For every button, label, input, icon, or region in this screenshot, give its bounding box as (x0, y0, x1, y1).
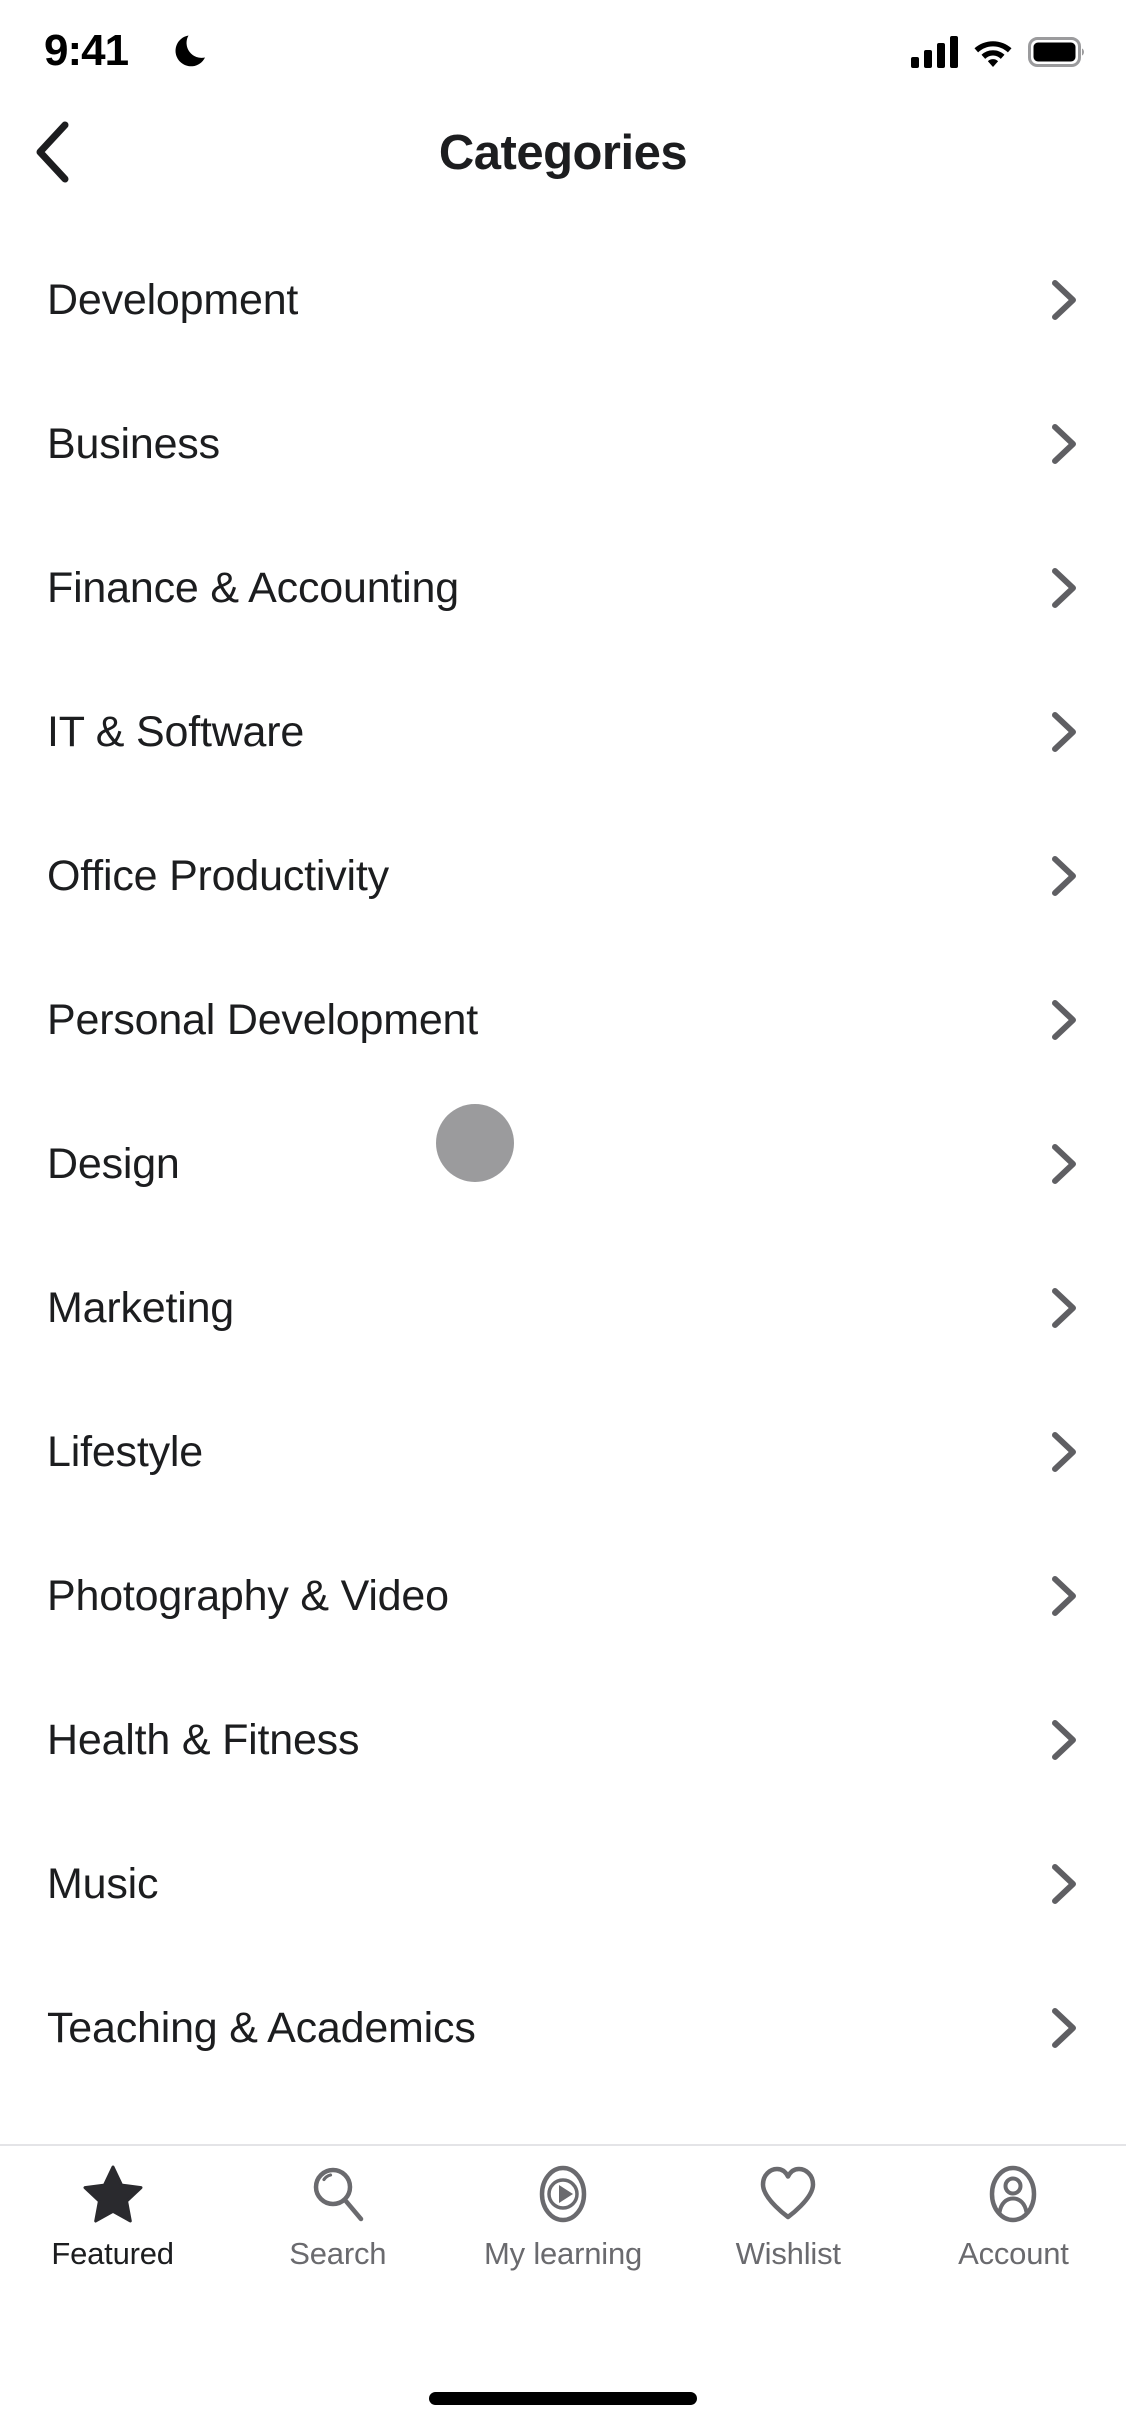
status-bar-time: 9:41 (44, 26, 129, 75)
home-indicator-area (0, 2360, 1126, 2436)
status-bar-indicators (911, 30, 1086, 74)
tab-label: Search (289, 2236, 387, 2271)
category-label: Personal Development (47, 996, 479, 1044)
user-circle-icon (981, 2162, 1045, 2226)
tab-search[interactable]: Search (225, 2162, 450, 2272)
status-bar: 9:41 (0, 0, 1126, 100)
chevron-right-icon (1044, 1285, 1082, 1331)
crescent-moon-icon (174, 30, 216, 72)
tab-label: Account (958, 2236, 1069, 2271)
chevron-right-icon (1044, 709, 1082, 755)
chevron-right-icon (1044, 997, 1082, 1043)
chevron-right-icon (1044, 1717, 1082, 1763)
chevron-right-icon (1044, 421, 1082, 467)
tab-featured[interactable]: Featured (0, 2162, 225, 2272)
category-row-personal-development[interactable]: Personal Development (0, 948, 1126, 1092)
chevron-right-icon (1044, 1861, 1082, 1907)
category-row-office-productivity[interactable]: Office Productivity (0, 804, 1126, 948)
category-label: Photography & Video (47, 1572, 449, 1620)
category-label: Finance & Accounting (47, 564, 459, 612)
category-label: Lifestyle (47, 1428, 203, 1476)
play-circle-icon (531, 2162, 595, 2226)
category-label: Marketing (47, 1284, 234, 1332)
nav-header: Categories (0, 100, 1126, 206)
tab-label: My learning (483, 2236, 643, 2271)
star-filled-icon (81, 2162, 145, 2226)
search-icon (306, 2162, 370, 2226)
home-indicator[interactable] (429, 2391, 697, 2405)
category-label: IT & Software (47, 708, 305, 756)
category-row-lifestyle[interactable]: Lifestyle (0, 1380, 1126, 1524)
category-label: Development (47, 276, 299, 324)
category-row-marketing[interactable]: Marketing (0, 1236, 1126, 1380)
category-row-it-software[interactable]: IT & Software (0, 660, 1126, 804)
category-label: Health & Fitness (47, 1716, 360, 1764)
category-row-design[interactable]: Design (0, 1092, 1126, 1236)
category-label: Design (47, 1140, 180, 1188)
chevron-right-icon (1044, 1141, 1082, 1187)
category-label: Music (47, 1860, 159, 1908)
chevron-right-icon (1044, 565, 1082, 611)
battery-full-icon (1028, 37, 1086, 67)
category-row-music[interactable]: Music (0, 1812, 1126, 1956)
category-row-teaching-academics[interactable]: Teaching & Academics (0, 1956, 1126, 2100)
tab-my-learning[interactable]: My learning (450, 2162, 675, 2272)
chevron-right-icon (1044, 277, 1082, 323)
category-label: Teaching & Academics (47, 2004, 476, 2052)
page-title: Categories (438, 126, 688, 180)
category-label: Office Productivity (47, 852, 389, 900)
category-label: Business (47, 420, 220, 468)
category-row-health-fitness[interactable]: Health & Fitness (0, 1668, 1126, 1812)
tab-label: Featured (51, 2236, 174, 2271)
category-row-development[interactable]: Development (0, 228, 1126, 372)
chevron-right-icon (1044, 1429, 1082, 1475)
chevron-right-icon (1044, 2005, 1082, 2051)
category-row-finance-accounting[interactable]: Finance & Accounting (0, 516, 1126, 660)
category-row-photography-video[interactable]: Photography & Video (0, 1524, 1126, 1668)
bottom-tab-bar: Featured Search My learning Wishlist Acc… (0, 2144, 1126, 2360)
category-row-business[interactable]: Business (0, 372, 1126, 516)
tab-wishlist[interactable]: Wishlist (676, 2162, 901, 2272)
cellular-signal-icon (911, 36, 958, 68)
chevron-right-icon (1044, 1573, 1082, 1619)
wifi-icon (972, 36, 1014, 68)
tab-account[interactable]: Account (901, 2162, 1126, 2272)
phone-screen: 9:41 Categories Development Business Fin… (0, 0, 1126, 2436)
chevron-right-icon (1044, 853, 1082, 899)
heart-outline-icon (756, 2162, 820, 2226)
category-list[interactable]: Development Business Finance & Accountin… (0, 206, 1126, 2144)
tab-label: Wishlist (735, 2236, 841, 2271)
